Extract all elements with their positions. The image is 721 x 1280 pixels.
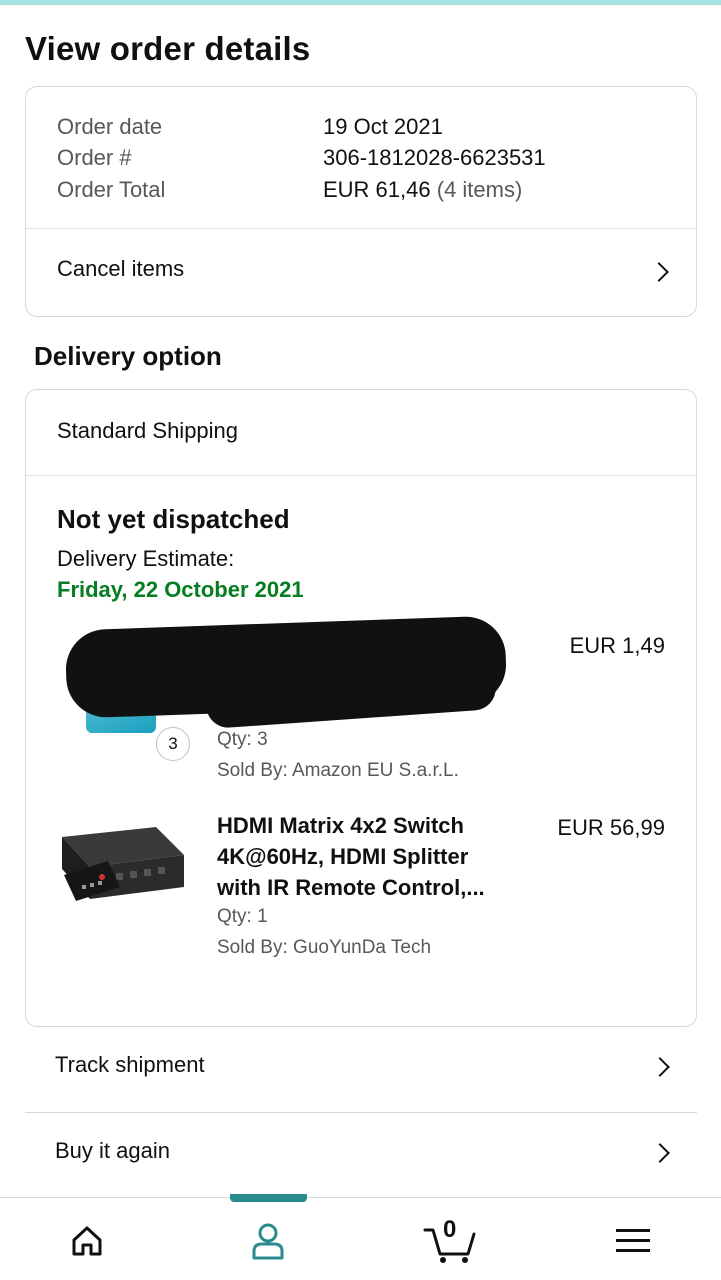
delivery-section-title: Delivery option xyxy=(34,341,222,371)
item-title[interactable]: HDMI Matrix 4x2 Switch 4K@60Hz, HDMI Spl… xyxy=(217,810,517,903)
nav-account[interactable] xyxy=(238,1218,298,1264)
item-price: EUR 56,99 xyxy=(557,815,665,840)
chevron-right-icon xyxy=(650,1057,670,1077)
cancel-items-label: Cancel items xyxy=(57,256,185,281)
track-shipment-label: Track shipment xyxy=(55,1052,205,1077)
product-image xyxy=(56,825,186,935)
delivery-estimate-date: Friday, 22 October 2021 xyxy=(57,577,304,602)
delivery-card: Standard Shipping Not yet dispatched Del… xyxy=(25,389,697,1027)
shipment-status: Not yet dispatched xyxy=(57,504,290,534)
nav-menu[interactable] xyxy=(603,1218,663,1264)
order-item[interactable]: HDMI Matrix 4x2 Switch 4K@60Hz, HDMI Spl… xyxy=(26,810,696,980)
chevron-right-icon xyxy=(650,1143,670,1163)
bottom-navbar: 0 xyxy=(0,1194,721,1280)
hdmi-switch-image xyxy=(62,827,184,901)
item-qty: Qty: 1 xyxy=(217,906,268,927)
delivery-estimate-label: Delivery Estimate: xyxy=(57,546,235,571)
item-seller: Sold By: GuoYunDa Tech xyxy=(217,937,432,958)
order-number-value: 306-1812028-6623531 xyxy=(323,145,546,170)
nav-home[interactable] xyxy=(57,1218,117,1264)
top-accent-stripe xyxy=(0,0,721,5)
active-tab-indicator xyxy=(230,1194,307,1202)
order-total-value: EUR 61,46 (4 items) xyxy=(323,177,523,202)
cancel-items-button[interactable]: Cancel items xyxy=(26,229,696,317)
item-qty: Qty: 3 xyxy=(217,729,268,750)
nav-cart[interactable]: 0 xyxy=(418,1216,482,1264)
qty-badge: 3 xyxy=(156,727,190,761)
shipping-method: Standard Shipping xyxy=(57,418,239,443)
buy-again-label: Buy it again xyxy=(55,1138,170,1163)
track-shipment-button[interactable]: Track shipment xyxy=(25,1025,697,1111)
account-icon xyxy=(252,1223,284,1260)
order-summary-card: Order date 19 Oct 2021 Order # 306-18120… xyxy=(25,86,697,317)
order-date-value: 19 Oct 2021 xyxy=(323,114,443,139)
menu-icon xyxy=(616,1229,650,1252)
order-number-label: Order # xyxy=(57,145,132,170)
chevron-right-icon xyxy=(649,262,669,282)
page-title: View order details xyxy=(25,30,311,67)
order-item-count: (4 items) xyxy=(436,177,523,202)
item-seller: Sold By: Amazon EU S.a.r.L. xyxy=(217,760,459,781)
item-price: EUR 1,49 xyxy=(569,633,665,658)
home-icon xyxy=(72,1226,102,1256)
cart-count: 0 xyxy=(443,1216,457,1243)
buy-again-button[interactable]: Buy it again xyxy=(25,1111,697,1197)
order-date-label: Order date xyxy=(57,114,163,139)
order-item[interactable]: EUR 1,49 Qty: 3 Sold By: Amazon EU S.a.r… xyxy=(26,615,696,790)
divider xyxy=(26,475,696,476)
order-total-label: Order Total xyxy=(57,177,166,202)
